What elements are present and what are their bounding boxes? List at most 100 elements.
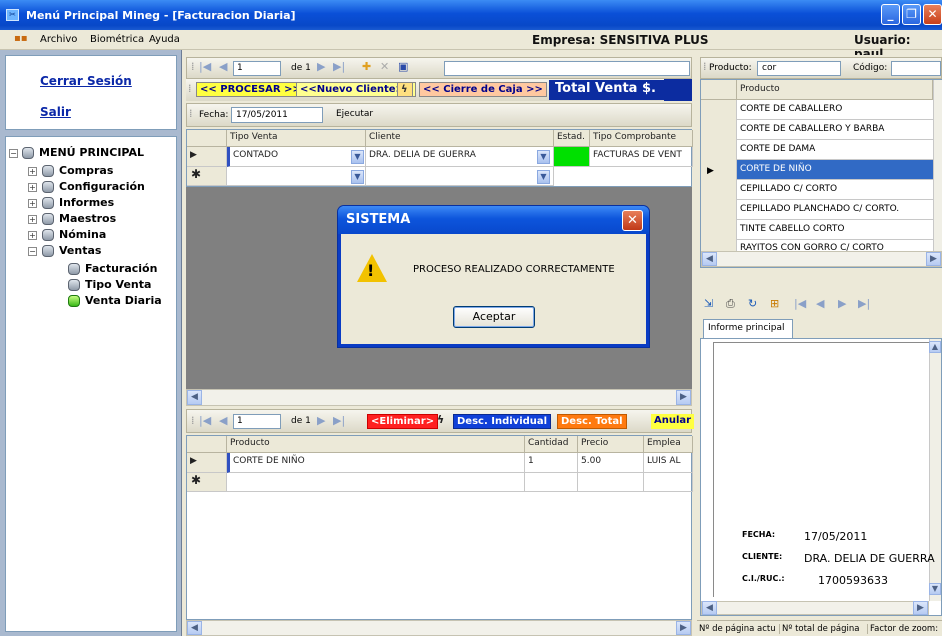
scroll-left-icon[interactable]: ◀ — [702, 252, 717, 266]
row-selector[interactable]: ▶ — [187, 147, 227, 167]
delete-icon[interactable]: ✕ — [380, 60, 389, 73]
collapse-icon[interactable]: − — [28, 247, 37, 256]
title-bar[interactable]: ✂ Menú Principal Mineg - [Facturacion Di… — [0, 0, 942, 30]
next-page-icon[interactable]: ▶ — [838, 297, 846, 310]
precio-cell[interactable]: 5.00 — [578, 453, 644, 473]
scroll-down-icon[interactable]: ▼ — [929, 583, 941, 595]
col-cliente[interactable]: Cliente — [366, 130, 554, 147]
last-page-icon[interactable]: ▶| — [858, 297, 870, 310]
col-tipo-comprobante[interactable]: Tipo Comprobante — [590, 130, 693, 147]
product-item[interactable]: CORTE DE CABALLERO Y BARBA — [737, 120, 933, 140]
expand-icon[interactable]: + — [28, 183, 37, 192]
report-horizontal-scrollbar[interactable]: ◀ ▶ — [701, 601, 929, 615]
tree-item-ventas[interactable]: Ventas — [59, 244, 101, 257]
collapse-icon[interactable]: − — [9, 149, 18, 158]
new-producto-cell[interactable] — [227, 473, 525, 492]
new-empleado-cell[interactable] — [644, 473, 693, 492]
tree-item-maestros[interactable]: Maestros — [59, 212, 116, 225]
eliminar-button[interactable]: <Eliminar> — [367, 414, 439, 429]
tree-item-tipo-venta[interactable]: Tipo Venta — [85, 278, 151, 291]
cliente-cell[interactable]: DRA. DELIA DE GUERRA — [366, 147, 554, 167]
scroll-right-icon[interactable]: ▶ — [926, 252, 941, 266]
scroll-left-icon[interactable]: ◀ — [702, 601, 717, 615]
search-field[interactable] — [444, 61, 690, 76]
expand-icon[interactable]: + — [28, 215, 37, 224]
export-icon[interactable]: ⇲ — [704, 297, 713, 310]
cierre-caja-button[interactable]: << Cierre de Caja >> — [419, 82, 547, 97]
next-record-icon[interactable]: ▶ — [317, 414, 325, 427]
dropdown-arrow-icon[interactable]: ▼ — [537, 150, 550, 164]
menu-biometrica[interactable]: Biométrica — [90, 34, 144, 45]
cerrar-sesion-link[interactable]: Cerrar Sesión — [40, 74, 132, 88]
first-record-icon[interactable]: |◀ — [199, 60, 211, 73]
prev-record-icon[interactable]: ◀ — [219, 60, 227, 73]
prev-record-icon[interactable]: ◀ — [219, 414, 227, 427]
menu-ayuda[interactable]: Ayuda — [149, 34, 180, 45]
menu-archivo[interactable]: Archivo — [40, 34, 77, 45]
last-record-icon[interactable]: ▶| — [333, 60, 345, 73]
row-selector[interactable]: ▶ — [187, 453, 227, 473]
desc-total-button[interactable]: Desc. Total — [557, 414, 627, 429]
product-item[interactable]: TINTE CABELLO CORTO — [737, 220, 933, 240]
minimize-button[interactable]: _ — [881, 4, 900, 25]
expand-icon[interactable]: + — [28, 199, 37, 208]
dropdown-arrow-icon[interactable]: ▼ — [351, 150, 364, 164]
cantidad-cell[interactable]: 1 — [525, 453, 578, 473]
scroll-left-icon[interactable]: ◀ — [187, 390, 202, 405]
new-cantidad-cell[interactable] — [525, 473, 578, 492]
tree-root[interactable]: MENÚ PRINCIPAL — [39, 146, 144, 159]
next-record-icon[interactable]: ▶ — [317, 60, 325, 73]
desc-individual-button[interactable]: Desc. Individual — [453, 414, 552, 429]
scroll-right-icon[interactable]: ▶ — [676, 390, 691, 405]
col-tipo-venta[interactable]: Tipo Venta — [227, 130, 366, 147]
anular-button[interactable]: Anular — [651, 414, 695, 429]
ejecutar-button[interactable]: Ejecutar — [333, 107, 379, 123]
salir-link[interactable]: Salir — [40, 105, 71, 119]
print-icon[interactable]: ⎙ — [726, 297, 735, 311]
lightning-icon[interactable]: ϟ — [397, 82, 413, 97]
col-precio[interactable]: Precio — [578, 436, 644, 453]
last-record-icon[interactable]: ▶| — [333, 414, 345, 427]
expand-icon[interactable]: + — [28, 231, 37, 240]
tab-informe-principal[interactable]: Informe principal — [703, 319, 793, 338]
scroll-right-icon[interactable]: ▶ — [676, 621, 691, 635]
first-page-icon[interactable]: |◀ — [794, 297, 806, 310]
horizontal-scrollbar[interactable]: ◀ ▶ — [186, 389, 692, 406]
tree-item-venta-diaria[interactable]: Venta Diaria — [85, 294, 162, 307]
new-row-icon[interactable]: ✱ — [187, 473, 227, 492]
tipo-comprobante-cell[interactable]: FACTURAS DE VENT — [590, 147, 693, 167]
tree-item-facturacion[interactable]: Facturación — [85, 262, 157, 275]
record-position-input[interactable]: 1 — [233, 61, 281, 76]
col-producto-list[interactable]: Producto — [737, 80, 933, 100]
product-vertical-scrollbar[interactable] — [933, 80, 942, 255]
restore-button[interactable]: ❐ — [902, 4, 921, 25]
dropdown-arrow-icon[interactable]: ▼ — [351, 170, 364, 184]
tree-item-compras[interactable]: Compras — [59, 164, 113, 177]
expand-icon[interactable]: + — [28, 167, 37, 176]
detail-horizontal-scrollbar[interactable]: ◀ ▶ — [186, 620, 692, 636]
prev-page-icon[interactable]: ◀ — [816, 297, 824, 310]
product-item[interactable]: CEPILLADO PLANCHADO C/ CORTO. — [737, 200, 933, 220]
add-icon[interactable]: ✚ — [362, 60, 371, 73]
tree-item-informes[interactable]: Informes — [59, 196, 114, 209]
refresh-icon[interactable]: ↻ — [748, 297, 757, 310]
scroll-right-icon[interactable]: ▶ — [913, 601, 928, 615]
save-icon[interactable]: ▣ — [398, 60, 408, 73]
col-estado[interactable]: Estad. — [554, 130, 590, 147]
dropdown-arrow-icon[interactable]: ▼ — [537, 170, 550, 184]
new-cliente-cell[interactable] — [366, 167, 554, 186]
col-empleado[interactable]: Emplea — [644, 436, 693, 453]
aceptar-button[interactable]: Aceptar — [453, 306, 535, 328]
tree-item-configuracion[interactable]: Configuración — [59, 180, 145, 193]
new-row-icon[interactable]: ✱ — [187, 167, 227, 186]
new-tipo-venta-cell[interactable] — [227, 167, 366, 186]
scroll-up-icon[interactable]: ▲ — [929, 341, 941, 353]
product-item[interactable]: CORTE DE DAMA — [737, 140, 933, 160]
tipo-venta-cell[interactable]: CONTADO — [227, 147, 366, 167]
dialog-close-button[interactable]: ✕ — [622, 210, 643, 231]
codigo-input[interactable] — [891, 61, 941, 76]
product-item-selected[interactable]: CORTE DE NIÑO — [737, 160, 933, 180]
new-precio-cell[interactable] — [578, 473, 644, 492]
pencil-icon[interactable]: ϟ — [437, 413, 444, 426]
fecha-input[interactable]: 17/05/2011 — [231, 107, 323, 123]
